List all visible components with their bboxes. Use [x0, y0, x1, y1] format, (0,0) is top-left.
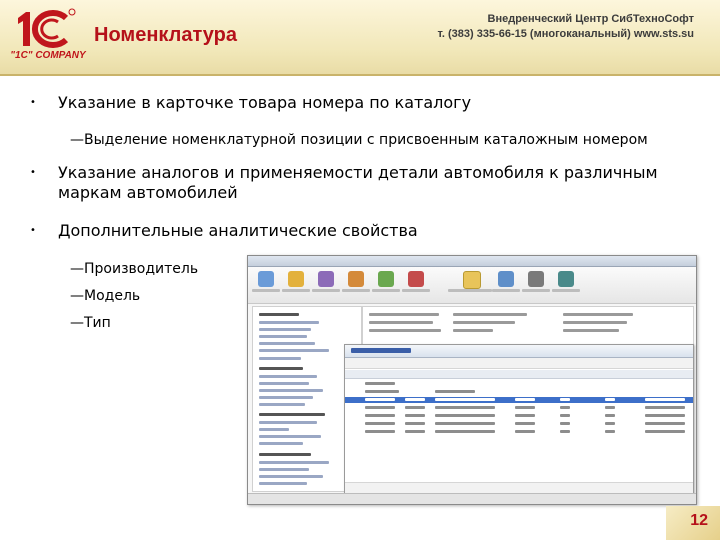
- subitem-catalog-highlight: —Выделение номенклатурной позиции с прис…: [70, 132, 648, 148]
- people-icon: [498, 271, 514, 287]
- subitem-model: —Модель: [70, 288, 141, 304]
- table-row: [345, 381, 693, 387]
- subitem-type: —Тип: [70, 315, 111, 331]
- bullet-marker: •: [30, 97, 36, 108]
- bullet-text: маркам автомобилей: [58, 183, 238, 202]
- settings-icon: [558, 271, 574, 287]
- 1c-logo: "1С" COMPANY: [8, 6, 86, 68]
- list-window-title: [345, 345, 693, 358]
- bullet-marker: •: [30, 167, 36, 178]
- list-table-header: [345, 370, 693, 379]
- app-toolbar: [248, 267, 696, 304]
- table-row: [345, 413, 693, 419]
- app-statusbar: [248, 493, 696, 504]
- slide-title: Номенклатура: [94, 24, 237, 46]
- 1c-logo-mark-icon: [18, 8, 76, 48]
- org-name: Внедренческий Центр СибТехноСофт: [487, 13, 694, 25]
- app-titlebar: [248, 256, 696, 267]
- subitem-manufacturer: —Производитель: [70, 261, 199, 277]
- bullet-text: Указание в карточке товара номера по кат…: [58, 93, 472, 112]
- page-number-badge: 12: [666, 506, 720, 540]
- chart-icon: [318, 271, 334, 287]
- table-row: [345, 389, 693, 395]
- box-icon: [348, 271, 364, 287]
- org-contacts: т. (383) 335-66-15 (многоканальный) www.…: [437, 28, 694, 40]
- app-screenshot: [247, 255, 697, 505]
- slide-header: "1С" COMPANY Номенклатура Внедренческий …: [0, 0, 720, 76]
- list-command-bar: [345, 358, 693, 369]
- table-row-selected: [345, 397, 693, 403]
- coins-icon: [408, 271, 424, 287]
- folder-icon: [288, 271, 304, 287]
- section-menu: [362, 306, 694, 348]
- logo-company-text: "1С" COMPANY: [10, 50, 86, 61]
- table-row: [345, 405, 693, 411]
- truck-icon: [378, 271, 394, 287]
- table-row: [345, 421, 693, 427]
- bullet-marker: •: [30, 225, 36, 236]
- catalog-icon: [463, 271, 481, 289]
- nomenclature-list-window: [344, 344, 694, 496]
- table-row: [345, 429, 693, 435]
- tools-icon: [528, 271, 544, 287]
- desktop-icon: [258, 271, 274, 287]
- org-info: Внедренческий Центр СибТехноСофт т. (383…: [437, 12, 694, 42]
- page-number: 12: [690, 512, 708, 529]
- bullet-text: Указание аналогов и применяемости детали…: [58, 163, 658, 182]
- bullet-text: Дополнительные аналитические свойства: [58, 221, 418, 240]
